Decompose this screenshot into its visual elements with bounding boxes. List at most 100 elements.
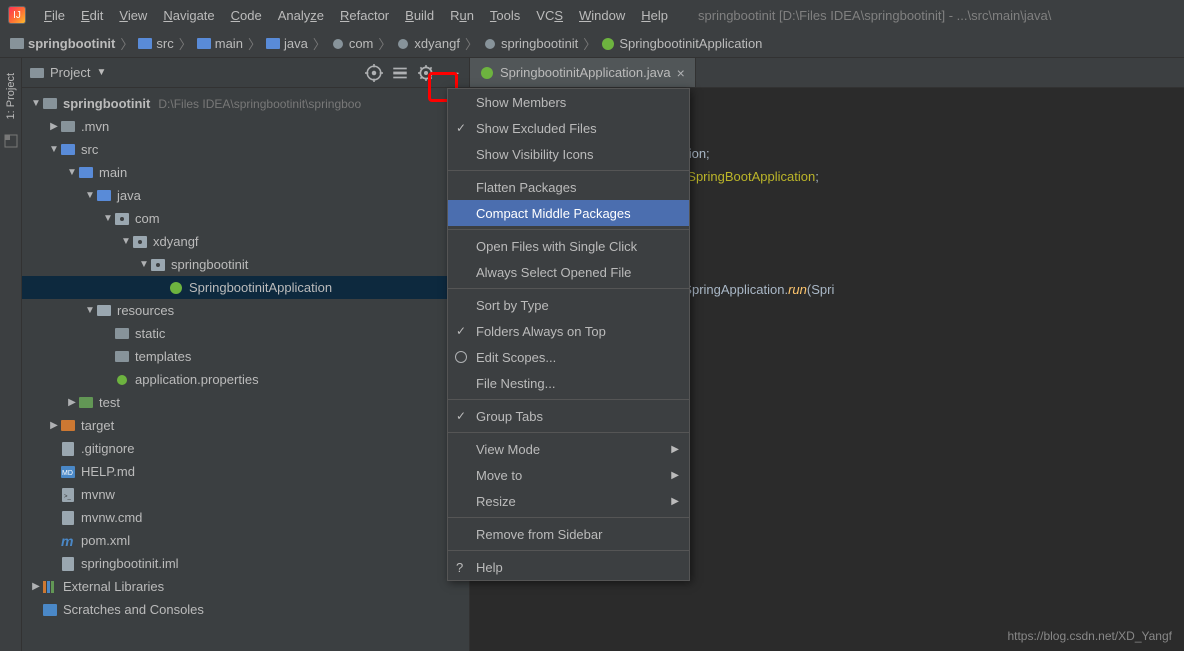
tree-node-icon xyxy=(150,258,166,272)
menu-item-label: View Mode xyxy=(476,442,540,457)
menu-item-flatten-packages[interactable]: Flatten Packages xyxy=(448,174,689,200)
tree-arrow-icon[interactable]: ▶ xyxy=(48,121,60,132)
breadcrumb-item-src[interactable]: src xyxy=(138,36,173,51)
menu-file[interactable]: File xyxy=(36,4,73,27)
menu-item-label: Group Tabs xyxy=(476,409,543,424)
menu-window[interactable]: Window xyxy=(571,4,633,27)
menu-item-always-select-opened-file[interactable]: Always Select Opened File xyxy=(448,259,689,285)
tree-item-test[interactable]: ▶test xyxy=(22,391,469,414)
tree-arrow-icon[interactable]: ▼ xyxy=(84,305,96,316)
tree-item-src[interactable]: ▼ src xyxy=(22,138,469,161)
breadcrumb-item-com[interactable]: com xyxy=(331,36,374,51)
menu-item-file-nesting-[interactable]: File Nesting... xyxy=(448,370,689,396)
tree-item-springbootinit[interactable]: ▼springbootinitD:\Files IDEA\springbooti… xyxy=(22,92,469,115)
menu-view[interactable]: View xyxy=(111,4,155,27)
tree-item-main[interactable]: ▼main xyxy=(22,161,469,184)
menu-item-compact-middle-packages[interactable]: Compact Middle Packages xyxy=(448,200,689,226)
breadcrumb-item-SpringbootinitApplication[interactable]: SpringbootinitApplication xyxy=(601,36,762,51)
spring-class-icon xyxy=(480,66,494,80)
tree-item--mvn[interactable]: ▶ .mvn xyxy=(22,115,469,138)
menu-item-move-to[interactable]: Move to▶ xyxy=(448,462,689,488)
menu-refactor[interactable]: Refactor xyxy=(332,4,397,27)
menu-build[interactable]: Build xyxy=(397,4,442,27)
menu-item-open-files-with-single-click[interactable]: Open Files with Single Click xyxy=(448,233,689,259)
menu-run[interactable]: Run xyxy=(442,4,482,27)
menu-item-view-mode[interactable]: View Mode▶ xyxy=(448,436,689,462)
menu-item-show-excluded-files[interactable]: ✓Show Excluded Files xyxy=(448,115,689,141)
menu-code[interactable]: Code xyxy=(223,4,270,27)
breadcrumb-sep: 〉 xyxy=(313,34,326,53)
tree-item-application-properties[interactable]: application.properties xyxy=(22,368,469,391)
tab-close-icon[interactable]: × xyxy=(677,65,685,81)
panel-title-row[interactable]: Project ▼ xyxy=(30,65,365,80)
tree-item-HELP-md[interactable]: MDHELP.md xyxy=(22,460,469,483)
tree-arrow-icon[interactable]: ▼ xyxy=(138,259,150,270)
structure-icon[interactable] xyxy=(4,134,18,148)
menu-item-folders-always-on-top[interactable]: ✓Folders Always on Top xyxy=(448,318,689,344)
tree-arrow-icon[interactable]: ▼ xyxy=(48,144,60,155)
gutter-project-tab[interactable]: 1: Project xyxy=(5,68,17,124)
breadcrumb-item-springbootinit[interactable]: springbootinit xyxy=(10,36,115,51)
menu-item-show-visibility-icons[interactable]: Show Visibility Icons xyxy=(448,141,689,167)
menu-item-sort-by-type[interactable]: Sort by Type xyxy=(448,292,689,318)
tree-label: External Libraries xyxy=(63,579,164,594)
submenu-arrow-icon: ▶ xyxy=(671,496,679,507)
tree-label: src xyxy=(81,142,98,157)
tree-arrow-icon[interactable]: ▶ xyxy=(48,420,60,431)
tree-item-xdyangf[interactable]: ▼xdyangf xyxy=(22,230,469,253)
menu-item-edit-scopes-[interactable]: Edit Scopes... xyxy=(448,344,689,370)
expand-all-icon[interactable] xyxy=(391,64,409,82)
menu-analyze[interactable]: Analyze xyxy=(270,4,332,27)
app-icon: IJ xyxy=(8,6,26,24)
tree-node-icon xyxy=(60,120,76,134)
breadcrumb-sep: 〉 xyxy=(179,34,192,53)
menu-item-label: Remove from Sidebar xyxy=(476,527,602,542)
menu-item-remove-from-sidebar[interactable]: Remove from Sidebar xyxy=(448,521,689,547)
tree-item-mvnw[interactable]: >_mvnw xyxy=(22,483,469,506)
editor-tab[interactable]: SpringbootinitApplication.java × xyxy=(470,58,696,87)
menu-navigate[interactable]: Navigate xyxy=(155,4,222,27)
tree-item-External Libraries[interactable]: ▶ External Libraries xyxy=(22,575,469,598)
tree-item-springbootinit[interactable]: ▼springbootinit xyxy=(22,253,469,276)
tree-item-templates[interactable]: templates xyxy=(22,345,469,368)
tree-item-static[interactable]: static xyxy=(22,322,469,345)
menu-item-group-tabs[interactable]: ✓Group Tabs xyxy=(448,403,689,429)
tree-arrow-icon[interactable]: ▶ xyxy=(30,581,42,592)
menu-item-label: Move to xyxy=(476,468,522,483)
tree-arrow-icon[interactable]: ▼ xyxy=(84,190,96,201)
tree-arrow-icon[interactable]: ▼ xyxy=(66,167,78,178)
tree-arrow-icon[interactable]: ▼ xyxy=(120,236,132,247)
menu-vcs[interactable]: VCS xyxy=(528,4,571,27)
menu-item-resize[interactable]: Resize▶ xyxy=(448,488,689,514)
tree-item-mvnw-cmd[interactable]: mvnw.cmd xyxy=(22,506,469,529)
tree-item-pom-xml[interactable]: mpom.xml xyxy=(22,529,469,552)
breadcrumb-item-xdyangf[interactable]: xdyangf xyxy=(396,36,460,51)
tree-item-target[interactable]: ▶target xyxy=(22,414,469,437)
tree-node-icon xyxy=(60,511,76,525)
breadcrumb: springbootinit〉src〉main〉java〉com〉xdyangf… xyxy=(0,30,1184,58)
tree-arrow-icon[interactable]: ▶ xyxy=(66,397,78,408)
tree-item-com[interactable]: ▼com xyxy=(22,207,469,230)
tree-label: .mvn xyxy=(81,119,109,134)
menu-tools[interactable]: Tools xyxy=(482,4,528,27)
tree-node-icon xyxy=(42,603,58,617)
breadcrumb-item-springbootinit[interactable]: springbootinit xyxy=(483,36,578,51)
tree-item-java[interactable]: ▼java xyxy=(22,184,469,207)
tree-item-Scratches and Consoles[interactable]: Scratches and Consoles xyxy=(22,598,469,621)
menu-item-label: Show Members xyxy=(476,95,566,110)
tree-item-SpringbootinitApplication[interactable]: SpringbootinitApplication xyxy=(22,276,469,299)
breadcrumb-item-main[interactable]: main xyxy=(197,36,243,51)
tree-item-springbootinit-iml[interactable]: springbootinit.iml xyxy=(22,552,469,575)
select-target-icon[interactable] xyxy=(365,64,383,82)
menu-help[interactable]: Help xyxy=(633,4,676,27)
menu-item-show-members[interactable]: Show Members xyxy=(448,89,689,115)
tree-node-icon xyxy=(96,189,112,203)
tree-arrow-icon[interactable]: ▼ xyxy=(102,213,114,224)
panel-header: Project ▼ — xyxy=(22,58,469,88)
menu-edit[interactable]: Edit xyxy=(73,4,111,27)
tree-item-resources[interactable]: ▼resources xyxy=(22,299,469,322)
tree-item--gitignore[interactable]: .gitignore xyxy=(22,437,469,460)
breadcrumb-item-java[interactable]: java xyxy=(266,36,308,51)
tree-arrow-icon[interactable]: ▼ xyxy=(30,98,42,109)
menu-item-help[interactable]: ?Help xyxy=(448,554,689,580)
